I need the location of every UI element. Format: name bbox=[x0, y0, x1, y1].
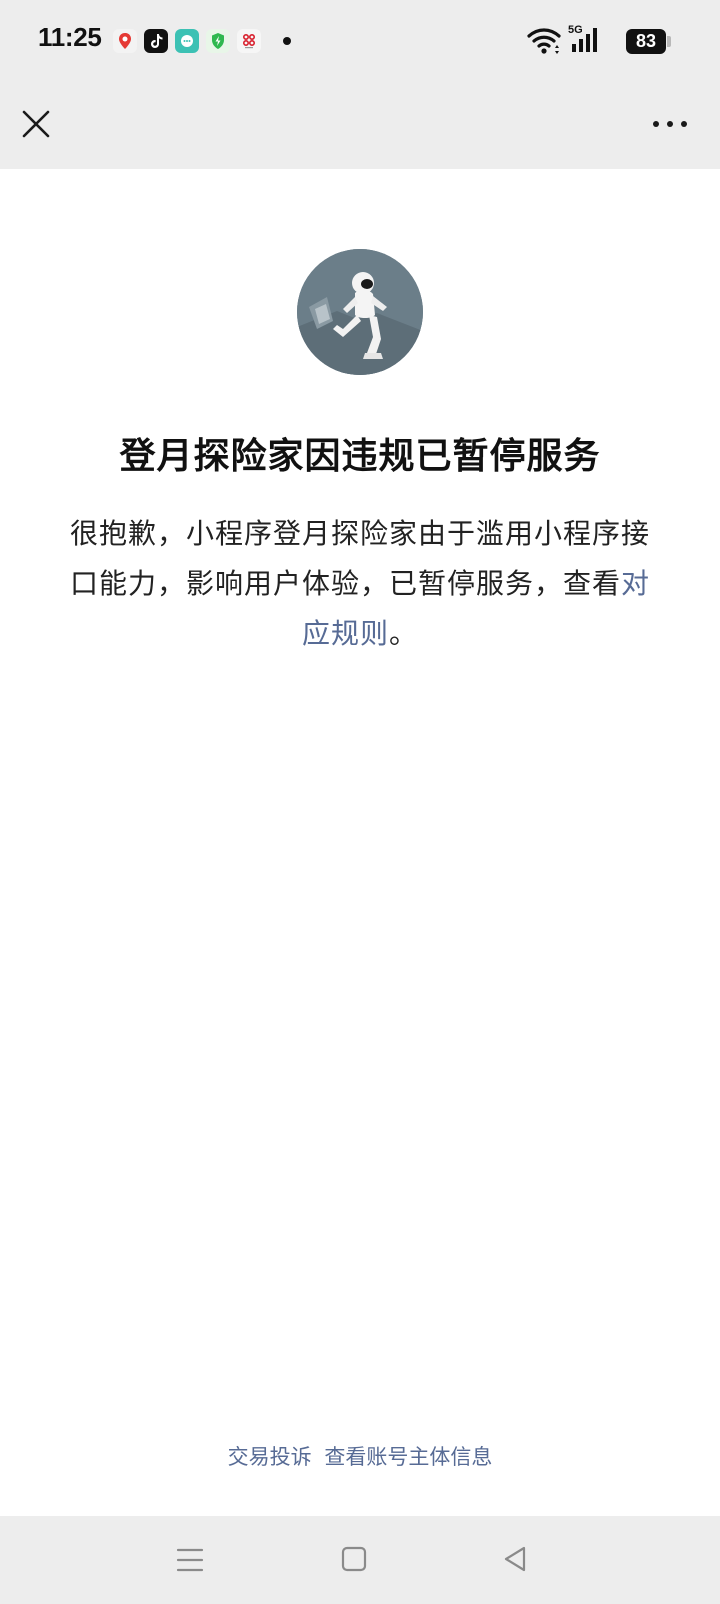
home-icon[interactable] bbox=[339, 1544, 371, 1576]
more-icon[interactable] bbox=[648, 106, 692, 142]
nav-bar bbox=[0, 84, 720, 169]
back-icon[interactable] bbox=[502, 1544, 534, 1576]
cellular-signal-icon: 5G bbox=[568, 24, 606, 58]
security-shield-icon bbox=[206, 29, 230, 53]
close-icon[interactable] bbox=[18, 106, 54, 142]
china-unicom-icon bbox=[237, 29, 261, 53]
status-time: 11:25 bbox=[38, 22, 102, 52]
system-nav-bar bbox=[0, 1516, 720, 1604]
footer-links: 交易投诉 查看账号主体信息 bbox=[0, 1441, 720, 1471]
tiktok-icon bbox=[144, 29, 168, 53]
maps-icon bbox=[113, 29, 137, 53]
screen: 11:25 5G 83 登月探险家因违规已暂停服务 很抱歉，小程序登月探险家由于… bbox=[0, 0, 720, 1604]
menu-icon[interactable] bbox=[174, 1544, 206, 1576]
notification-dot bbox=[283, 37, 291, 45]
wifi-icon bbox=[526, 24, 562, 58]
description-text: 很抱歉，小程序登月探险家由于滥用小程序接口能力，影响用户体验，已暂停服务，查看 bbox=[69, 517, 650, 600]
astronaut-avatar-icon bbox=[297, 249, 423, 375]
suspension-notice: 登月探险家因违规已暂停服务 很抱歉，小程序登月探险家由于滥用小程序接口能力，影响… bbox=[0, 169, 720, 1516]
complaint-link[interactable]: 交易投诉 bbox=[228, 1445, 312, 1469]
battery-tip bbox=[667, 36, 671, 47]
description-end: 。 bbox=[389, 617, 419, 650]
battery-indicator: 83 bbox=[626, 29, 666, 54]
account-info-link[interactable]: 查看账号主体信息 bbox=[324, 1445, 492, 1469]
status-bar: 11:25 5G 83 bbox=[0, 0, 720, 84]
notice-title: 登月探险家因违规已暂停服务 bbox=[119, 436, 601, 477]
chat-app-icon bbox=[175, 29, 199, 53]
notice-description: 很抱歉，小程序登月探险家由于滥用小程序接口能力，影响用户体验，已暂停服务，查看对… bbox=[66, 509, 654, 659]
